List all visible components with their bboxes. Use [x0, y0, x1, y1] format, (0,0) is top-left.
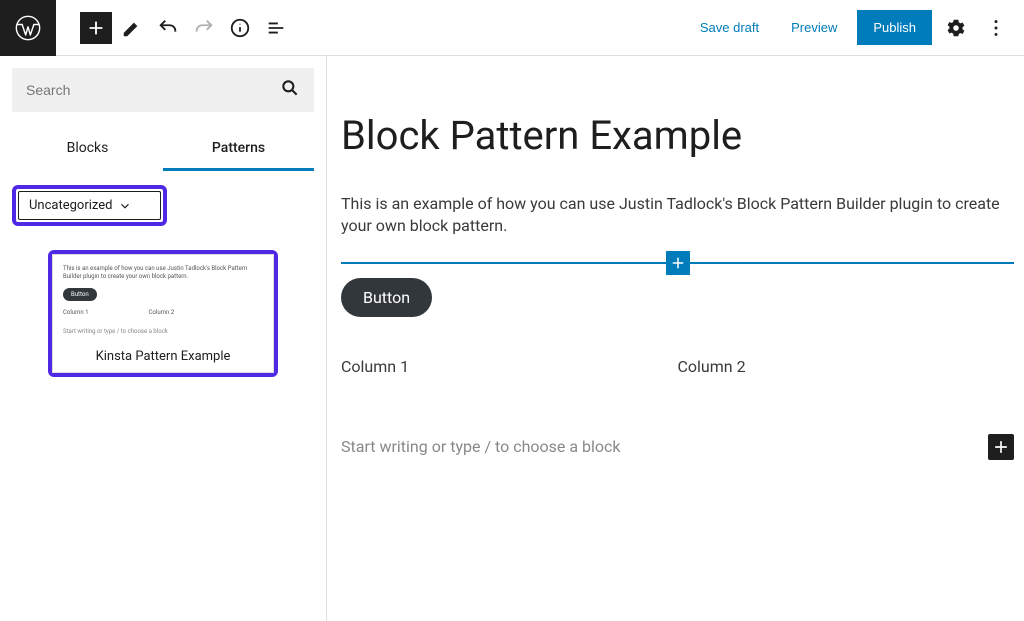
chevron-down-icon	[118, 199, 132, 213]
search-box	[12, 68, 314, 112]
tab-blocks[interactable]: Blocks	[12, 130, 163, 171]
edit-icon[interactable]	[116, 12, 148, 44]
wordpress-logo-icon[interactable]	[0, 0, 56, 56]
redo-icon[interactable]	[188, 12, 220, 44]
default-block-appender[interactable]: Start writing or type / to choose a bloc…	[341, 434, 1014, 460]
add-block-button[interactable]	[988, 434, 1014, 460]
add-block-inline-button[interactable]	[666, 251, 690, 275]
thumb-button: Button	[63, 288, 97, 301]
thumb-col1: Column 1	[63, 309, 89, 316]
column-1[interactable]: Column 1	[341, 357, 678, 376]
more-options-icon[interactable]	[980, 12, 1012, 44]
category-selected-label: Uncategorized	[29, 198, 112, 213]
search-input[interactable]	[26, 82, 280, 98]
toolbar-left-group	[56, 12, 292, 44]
pattern-label: Kinsta Pattern Example	[53, 341, 273, 372]
info-icon[interactable]	[224, 12, 256, 44]
preview-button[interactable]: Preview	[779, 12, 849, 43]
thumb-prompt: Start writing or type / to choose a bloc…	[63, 328, 263, 335]
highlight-category: Uncategorized	[12, 185, 167, 226]
post-title[interactable]: Block Pattern Example	[341, 112, 1014, 159]
thumb-col2: Column 2	[149, 309, 175, 316]
inserter-tabs: Blocks Patterns	[12, 130, 314, 171]
pattern-card[interactable]: This is an example of how you can use Ju…	[52, 254, 274, 373]
columns-block[interactable]: Column 1 Column 2	[341, 357, 1014, 376]
top-toolbar: Save draft Preview Publish	[0, 0, 1024, 56]
toolbar-right-group: Save draft Preview Publish	[688, 10, 1012, 45]
save-draft-button[interactable]: Save draft	[688, 12, 771, 43]
publish-button[interactable]: Publish	[857, 10, 932, 45]
highlight-pattern-card: This is an example of how you can use Ju…	[48, 250, 278, 377]
block-selection-line	[341, 262, 1014, 264]
button-block[interactable]: Button	[341, 278, 432, 317]
settings-gear-icon[interactable]	[940, 12, 972, 44]
outline-icon[interactable]	[260, 12, 292, 44]
inserter-sidebar: Blocks Patterns Uncategorized This is an…	[0, 56, 327, 621]
appender-prompt: Start writing or type / to choose a bloc…	[341, 437, 621, 456]
content-paragraph[interactable]: This is an example of how you can use Ju…	[341, 193, 1001, 238]
editor-canvas[interactable]: Block Pattern Example This is an example…	[327, 56, 1024, 621]
block-inserter-button[interactable]	[80, 12, 112, 44]
undo-icon[interactable]	[152, 12, 184, 44]
pattern-thumbnail: This is an example of how you can use Ju…	[53, 255, 273, 341]
pattern-category-select[interactable]: Uncategorized	[18, 191, 161, 220]
thumb-paragraph: This is an example of how you can use Ju…	[63, 265, 263, 282]
tab-patterns[interactable]: Patterns	[163, 130, 314, 171]
column-2[interactable]: Column 2	[678, 357, 1015, 376]
search-icon	[280, 78, 300, 102]
